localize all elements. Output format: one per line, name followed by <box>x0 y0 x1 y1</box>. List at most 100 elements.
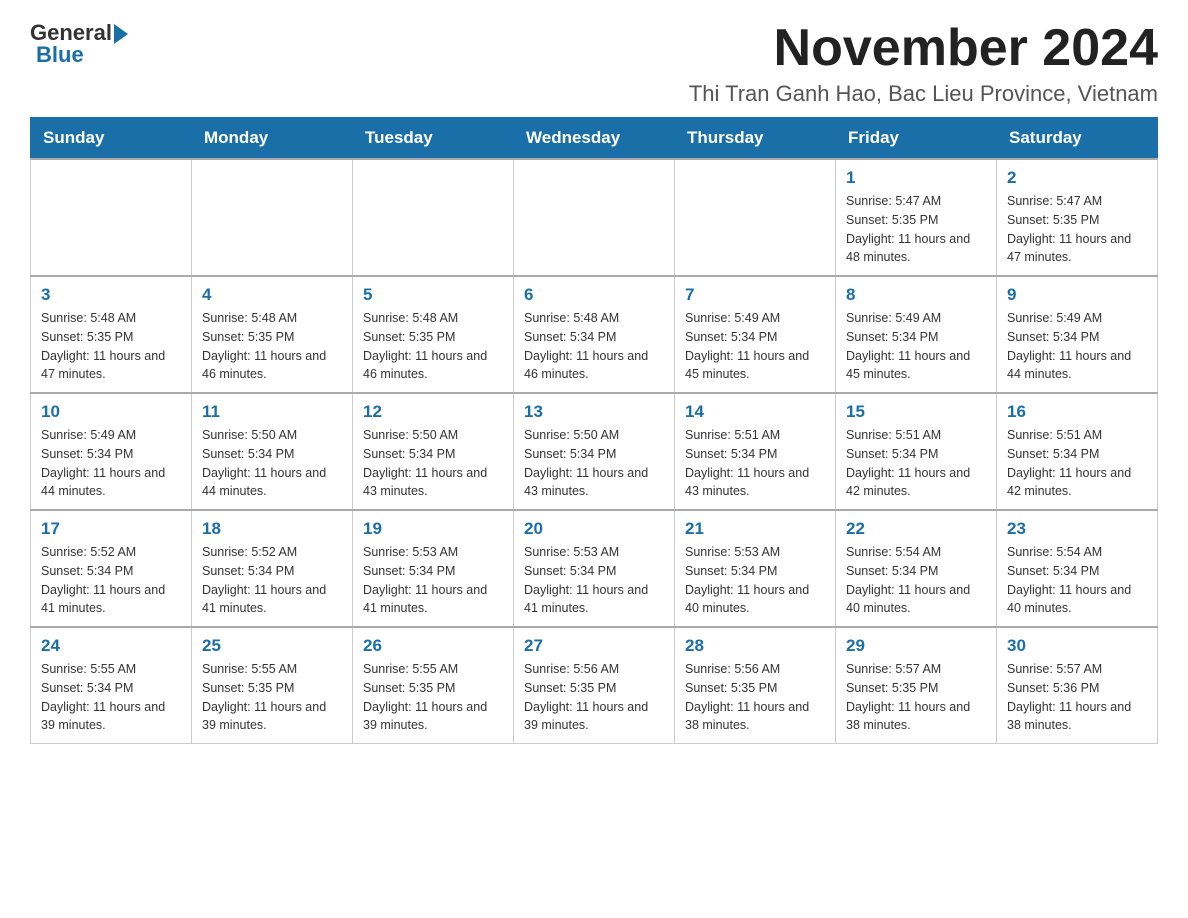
day-info: Sunrise: 5:55 AMSunset: 5:35 PMDaylight:… <box>363 660 503 735</box>
table-row: 28 Sunrise: 5:56 AMSunset: 5:35 PMDayligh… <box>675 627 836 744</box>
table-row: 22 Sunrise: 5:54 AMSunset: 5:34 PMDayligh… <box>836 510 997 627</box>
table-row: 19Sunrise: 5:53 AMSunset: 5:34 PMDayligh… <box>353 510 514 627</box>
table-row: 5 Sunrise: 5:48 AMSunset: 5:35 PMDaylight… <box>353 276 514 393</box>
table-row: 17Sunrise: 5:52 AMSunset: 5:34 PMDayligh… <box>31 510 192 627</box>
table-row: 15 Sunrise: 5:51 AMSunset: 5:34 PMDayligh… <box>836 393 997 510</box>
day-info: Sunrise: 5:55 AMSunset: 5:34 PMDaylight:… <box>41 660 181 735</box>
day-number: 14 <box>685 402 825 422</box>
day-number: 12 <box>363 402 503 422</box>
day-number: 24 <box>41 636 181 656</box>
day-number: 7 <box>685 285 825 305</box>
day-info: Sunrise: 5:52 AMSunset: 5:34 PMDaylight:… <box>202 543 342 618</box>
table-row <box>353 159 514 276</box>
table-row: 25 Sunrise: 5:55 AMSunset: 5:35 PMDayligh… <box>192 627 353 744</box>
day-info: Sunrise: 5:53 AMSunset: 5:34 PMDaylight:… <box>524 543 664 618</box>
table-row: 18 Sunrise: 5:52 AMSunset: 5:34 PMDayligh… <box>192 510 353 627</box>
day-info: Sunrise: 5:51 AMSunset: 5:34 PMDaylight:… <box>846 426 986 501</box>
day-info: Sunrise: 5:52 AMSunset: 5:34 PMDaylight:… <box>41 543 181 618</box>
logo: General Blue <box>30 20 128 68</box>
table-row: 6 Sunrise: 5:48 AMSunset: 5:34 PMDaylight… <box>514 276 675 393</box>
day-info: Sunrise: 5:50 AMSunset: 5:34 PMDaylight:… <box>202 426 342 501</box>
day-number: 22 <box>846 519 986 539</box>
table-row: 26 Sunrise: 5:55 AMSunset: 5:35 PMDayligh… <box>353 627 514 744</box>
table-row: 29Sunrise: 5:57 AMSunset: 5:35 PMDayligh… <box>836 627 997 744</box>
day-info: Sunrise: 5:54 AMSunset: 5:34 PMDaylight:… <box>846 543 986 618</box>
day-info: Sunrise: 5:53 AMSunset: 5:34 PMDaylight:… <box>685 543 825 618</box>
day-number: 1 <box>846 168 986 188</box>
table-row: 4 Sunrise: 5:48 AMSunset: 5:35 PMDaylight… <box>192 276 353 393</box>
table-row: 24 Sunrise: 5:55 AMSunset: 5:34 PMDayligh… <box>31 627 192 744</box>
day-number: 5 <box>363 285 503 305</box>
logo-arrow-icon <box>114 24 128 44</box>
day-number: 20 <box>524 519 664 539</box>
table-row <box>514 159 675 276</box>
table-row: 11 Sunrise: 5:50 AMSunset: 5:34 PMDayligh… <box>192 393 353 510</box>
day-info: Sunrise: 5:47 AMSunset: 5:35 PMDaylight:… <box>846 192 986 267</box>
header-monday: Monday <box>192 118 353 160</box>
day-info: Sunrise: 5:48 AMSunset: 5:35 PMDaylight:… <box>363 309 503 384</box>
day-number: 11 <box>202 402 342 422</box>
table-row: 7Sunrise: 5:49 AMSunset: 5:34 PMDaylight… <box>675 276 836 393</box>
day-info: Sunrise: 5:49 AMSunset: 5:34 PMDaylight:… <box>846 309 986 384</box>
table-row: 10 Sunrise: 5:49 AMSunset: 5:34 PMDayligh… <box>31 393 192 510</box>
day-number: 6 <box>524 285 664 305</box>
day-number: 9 <box>1007 285 1147 305</box>
day-info: Sunrise: 5:50 AMSunset: 5:34 PMDaylight:… <box>524 426 664 501</box>
table-row <box>192 159 353 276</box>
table-row <box>31 159 192 276</box>
table-row: 13 Sunrise: 5:50 AMSunset: 5:34 PMDayligh… <box>514 393 675 510</box>
table-row: 27Sunrise: 5:56 AMSunset: 5:35 PMDayligh… <box>514 627 675 744</box>
day-number: 26 <box>363 636 503 656</box>
day-info: Sunrise: 5:56 AMSunset: 5:35 PMDaylight:… <box>524 660 664 735</box>
table-row: 14 Sunrise: 5:51 AMSunset: 5:34 PMDayligh… <box>675 393 836 510</box>
day-info: Sunrise: 5:50 AMSunset: 5:34 PMDaylight:… <box>363 426 503 501</box>
day-number: 25 <box>202 636 342 656</box>
page-subtitle: Thi Tran Ganh Hao, Bac Lieu Province, Vi… <box>689 81 1158 107</box>
day-number: 15 <box>846 402 986 422</box>
title-block: November 2024 Thi Tran Ganh Hao, Bac Lie… <box>689 20 1158 107</box>
day-number: 10 <box>41 402 181 422</box>
calendar-week-row: 1 Sunrise: 5:47 AMSunset: 5:35 PMDaylight… <box>31 159 1158 276</box>
day-number: 23 <box>1007 519 1147 539</box>
table-row: 20 Sunrise: 5:53 AMSunset: 5:34 PMDayligh… <box>514 510 675 627</box>
page-title: November 2024 <box>689 20 1158 77</box>
day-info: Sunrise: 5:48 AMSunset: 5:34 PMDaylight:… <box>524 309 664 384</box>
calendar-table: Sunday Monday Tuesday Wednesday Thursday… <box>30 117 1158 744</box>
table-row: 2Sunrise: 5:47 AMSunset: 5:35 PMDaylight… <box>997 159 1158 276</box>
day-info: Sunrise: 5:56 AMSunset: 5:35 PMDaylight:… <box>685 660 825 735</box>
day-number: 13 <box>524 402 664 422</box>
header-thursday: Thursday <box>675 118 836 160</box>
day-number: 21 <box>685 519 825 539</box>
day-info: Sunrise: 5:54 AMSunset: 5:34 PMDaylight:… <box>1007 543 1147 618</box>
table-row: 3Sunrise: 5:48 AMSunset: 5:35 PMDaylight… <box>31 276 192 393</box>
day-number: 28 <box>685 636 825 656</box>
table-row: 1 Sunrise: 5:47 AMSunset: 5:35 PMDaylight… <box>836 159 997 276</box>
day-info: Sunrise: 5:51 AMSunset: 5:34 PMDaylight:… <box>685 426 825 501</box>
table-row: 16 Sunrise: 5:51 AMSunset: 5:34 PMDayligh… <box>997 393 1158 510</box>
table-row: 9Sunrise: 5:49 AMSunset: 5:34 PMDaylight… <box>997 276 1158 393</box>
table-row: 21 Sunrise: 5:53 AMSunset: 5:34 PMDayligh… <box>675 510 836 627</box>
table-row: 23 Sunrise: 5:54 AMSunset: 5:34 PMDayligh… <box>997 510 1158 627</box>
table-row: 30Sunrise: 5:57 AMSunset: 5:36 PMDayligh… <box>997 627 1158 744</box>
table-row: 12 Sunrise: 5:50 AMSunset: 5:34 PMDayligh… <box>353 393 514 510</box>
header-friday: Friday <box>836 118 997 160</box>
calendar-week-row: 24 Sunrise: 5:55 AMSunset: 5:34 PMDayligh… <box>31 627 1158 744</box>
day-number: 8 <box>846 285 986 305</box>
day-info: Sunrise: 5:49 AMSunset: 5:34 PMDaylight:… <box>41 426 181 501</box>
calendar-week-row: 10 Sunrise: 5:49 AMSunset: 5:34 PMDayligh… <box>31 393 1158 510</box>
day-info: Sunrise: 5:47 AMSunset: 5:35 PMDaylight:… <box>1007 192 1147 267</box>
header-saturday: Saturday <box>997 118 1158 160</box>
header-wednesday: Wednesday <box>514 118 675 160</box>
header-sunday: Sunday <box>31 118 192 160</box>
table-row <box>675 159 836 276</box>
day-number: 16 <box>1007 402 1147 422</box>
day-number: 4 <box>202 285 342 305</box>
day-info: Sunrise: 5:55 AMSunset: 5:35 PMDaylight:… <box>202 660 342 735</box>
day-number: 30 <box>1007 636 1147 656</box>
day-number: 18 <box>202 519 342 539</box>
calendar-header-row: Sunday Monday Tuesday Wednesday Thursday… <box>31 118 1158 160</box>
day-info: Sunrise: 5:48 AMSunset: 5:35 PMDaylight:… <box>202 309 342 384</box>
day-info: Sunrise: 5:51 AMSunset: 5:34 PMDaylight:… <box>1007 426 1147 501</box>
calendar-week-row: 3Sunrise: 5:48 AMSunset: 5:35 PMDaylight… <box>31 276 1158 393</box>
day-info: Sunrise: 5:53 AMSunset: 5:34 PMDaylight:… <box>363 543 503 618</box>
